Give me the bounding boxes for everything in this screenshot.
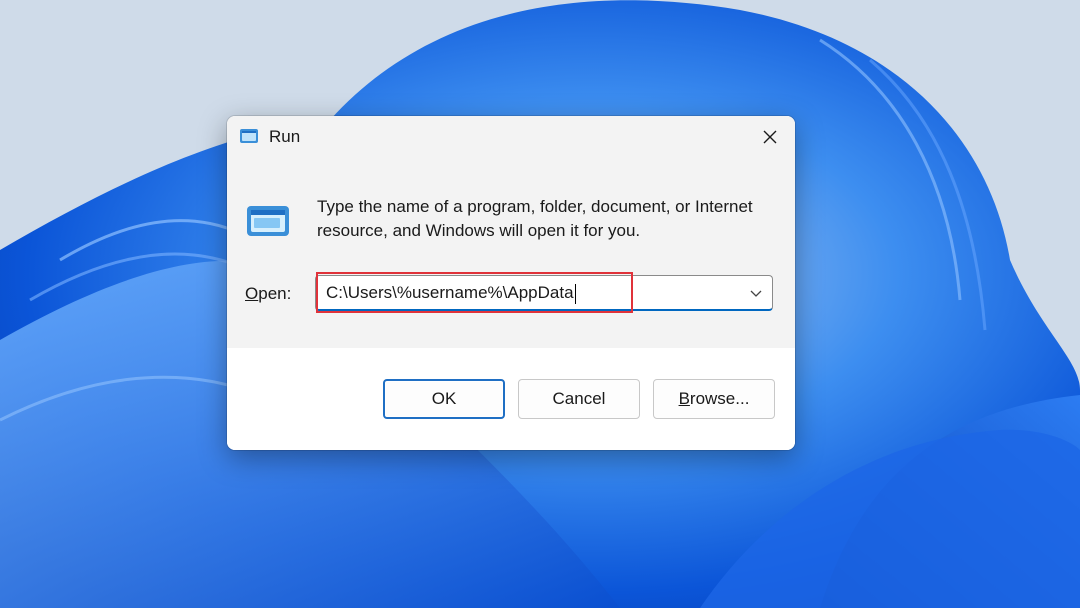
ok-button[interactable]: OK xyxy=(383,379,505,419)
open-input[interactable]: C:\Users\%username%\AppData xyxy=(326,276,576,310)
open-input-value: C:\Users\%username%\AppData xyxy=(326,283,574,302)
chevron-down-icon[interactable] xyxy=(748,285,764,301)
dialog-description: Type the name of a program, folder, docu… xyxy=(317,197,753,240)
browse-button-label: rowse... xyxy=(689,389,750,408)
close-button[interactable] xyxy=(753,122,787,152)
open-label-text: pen: xyxy=(258,284,292,303)
open-label-accelerator: O xyxy=(245,284,259,303)
cancel-button-label: Cancel xyxy=(552,389,606,408)
browse-button[interactable]: Browse... xyxy=(653,379,775,419)
dialog-title: Run xyxy=(269,127,301,146)
dialog-footer: OK Cancel Browse... xyxy=(227,348,795,450)
browse-button-accelerator: B xyxy=(678,389,690,408)
close-icon xyxy=(763,130,777,144)
cancel-button[interactable]: Cancel xyxy=(518,379,640,419)
run-app-icon xyxy=(240,129,258,143)
dialog-content: Type the name of a program, folder, docu… xyxy=(227,158,795,348)
ok-button-label: OK xyxy=(431,389,457,408)
open-combobox[interactable]: C:\Users\%username%\AppData xyxy=(315,275,773,311)
desktop: Run Type the name of a program, folder, … xyxy=(0,0,1080,608)
text-caret xyxy=(574,283,576,304)
run-dialog: Run Type the name of a program, folder, … xyxy=(227,116,795,450)
title-bar: Run xyxy=(227,116,795,158)
open-label: Open: xyxy=(245,284,291,304)
run-app-icon xyxy=(247,206,289,236)
